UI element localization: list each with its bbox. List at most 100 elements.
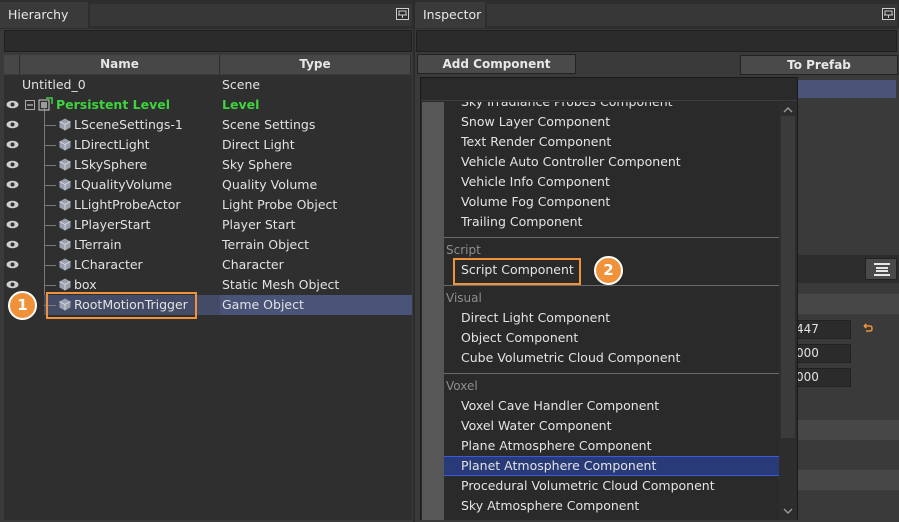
pin-icon[interactable]	[396, 8, 409, 20]
row-type: Game Object	[222, 297, 304, 312]
tree-row-level[interactable]: Persistent Level Level	[4, 95, 412, 115]
eye-icon[interactable]	[6, 200, 19, 209]
hierarchy-titlebar-fill	[90, 4, 412, 26]
highlight-box-selected-object	[46, 292, 197, 319]
level-icon	[38, 97, 53, 111]
object-icon	[59, 158, 71, 171]
component-list: Sky Irradiance Probes Component Snow Lay…	[444, 102, 779, 520]
dropdown-gutter	[422, 102, 444, 520]
tree-row[interactable]: LSkySphere Sky Sphere	[4, 155, 412, 175]
field-value: 000	[796, 346, 819, 360]
eye-icon[interactable]	[6, 140, 19, 149]
row-type: Character	[222, 257, 284, 272]
object-icon	[59, 278, 71, 291]
tree-line	[44, 225, 56, 226]
component-item[interactable]: Sky Irradiance Probes Component	[461, 102, 673, 112]
component-header-strip	[795, 470, 899, 490]
category-separator	[444, 237, 779, 238]
component-item[interactable]: Trailing Component	[461, 212, 582, 232]
category-label-visual: Visual	[446, 291, 482, 305]
tree-row[interactable]: LTerrain Terrain Object	[4, 235, 412, 255]
tree-row[interactable]: LPlayerStart Player Start	[4, 215, 412, 235]
object-icon	[59, 138, 71, 151]
visibility-column-header[interactable]	[4, 55, 20, 74]
tree-row[interactable]: LQualityVolume Quality Volume	[4, 175, 412, 195]
eye-icon[interactable]	[6, 280, 19, 289]
hierarchy-search-input[interactable]	[4, 30, 412, 52]
row-type: Scene Settings	[222, 117, 316, 132]
field-input[interactable]: 447	[795, 320, 851, 339]
component-item[interactable]: Plane Atmosphere Component	[461, 436, 651, 456]
scroll-thumb[interactable]	[781, 116, 795, 438]
row-name: LDirectLight	[74, 137, 150, 152]
hierarchy-titlebar: Hierarchy	[0, 0, 413, 29]
component-item[interactable]: Voxel Water Component	[461, 416, 612, 436]
component-item[interactable]: Text Render Component	[461, 132, 611, 152]
name-column-header[interactable]: Name	[20, 55, 220, 74]
hierarchy-tab[interactable]: Hierarchy	[0, 2, 88, 28]
row-type: Scene	[222, 77, 261, 92]
field-value: 000	[796, 370, 819, 384]
component-item[interactable]: Voxel Cave Handler Component	[461, 396, 659, 416]
add-component-button[interactable]: Add Component	[417, 54, 576, 74]
row-name: LPlayerStart	[74, 217, 151, 232]
tree-row[interactable]: LDirectLight Direct Light	[4, 135, 412, 155]
component-item[interactable]: Snow Layer Component	[461, 112, 610, 132]
component-search-input[interactable]	[421, 78, 797, 101]
row-type: Direct Light	[222, 137, 295, 152]
tree-row[interactable]: LLightProbeActor Light Probe Object	[4, 195, 412, 215]
step-badge-2: 2	[594, 256, 623, 285]
category-label-voxel: Voxel	[446, 379, 478, 393]
field-input[interactable]: 000	[795, 344, 851, 363]
component-item[interactable]: Vehicle Auto Controller Component	[461, 152, 681, 172]
object-icon	[59, 218, 71, 231]
tree-row[interactable]: LSceneSettings-1 Scene Settings	[4, 115, 412, 135]
eye-icon[interactable]	[6, 220, 19, 229]
component-header-strip	[795, 294, 899, 314]
tree-line	[44, 265, 56, 266]
field-input[interactable]: 000	[795, 368, 851, 387]
collapse-icon[interactable]	[25, 100, 35, 110]
object-icon	[59, 198, 71, 211]
object-icon	[59, 238, 71, 251]
eye-icon[interactable]	[6, 180, 19, 189]
eye-icon[interactable]	[6, 100, 19, 109]
eye-icon[interactable]	[6, 120, 19, 129]
scroll-down-icon[interactable]	[783, 507, 793, 515]
component-header-strip	[795, 420, 899, 440]
align-icon	[874, 263, 890, 276]
to-prefab-button[interactable]: To Prefab	[740, 55, 898, 75]
tree-row-scene[interactable]: Untitled_0 Scene	[4, 75, 412, 95]
row-name: LTerrain	[74, 237, 122, 252]
component-item[interactable]: Volume Fog Component	[461, 192, 610, 212]
component-item[interactable]: Sky Atmosphere Component	[461, 496, 639, 516]
row-type: Terrain Object	[222, 237, 309, 252]
component-item[interactable]: Direct Light Component	[461, 308, 610, 328]
component-item[interactable]: Cube Volumetric Cloud Component	[461, 348, 680, 368]
eye-icon[interactable]	[6, 260, 19, 269]
component-item[interactable]: Vehicle Info Component	[461, 172, 610, 192]
tree-row[interactable]: LCharacter Character	[4, 255, 412, 275]
pin-icon[interactable]	[882, 8, 895, 20]
eye-icon[interactable]	[6, 240, 19, 249]
row-name: Untitled_0	[22, 77, 86, 92]
inspector-tab[interactable]: Inspector	[415, 2, 485, 28]
scroll-up-icon[interactable]	[783, 106, 793, 114]
align-button[interactable]	[865, 258, 897, 280]
reset-icon[interactable]	[862, 323, 873, 334]
row-type: Sky Sphere	[222, 157, 293, 172]
row-type: Light Probe Object	[222, 197, 338, 212]
component-item[interactable]: Object Component	[461, 328, 578, 348]
tree-line	[44, 125, 56, 126]
category-separator	[444, 285, 779, 286]
type-column-header[interactable]: Type	[220, 55, 411, 74]
row-type: Static Mesh Object	[222, 277, 340, 292]
eye-icon[interactable]	[6, 160, 19, 169]
object-icon	[59, 118, 71, 131]
component-item-hovered[interactable]: Planet Atmosphere Component	[461, 456, 656, 476]
inspector-search-input[interactable]	[416, 30, 897, 52]
row-type: Level	[222, 97, 260, 112]
dropdown-scrollbar[interactable]	[779, 102, 797, 520]
row-name: LCharacter	[74, 257, 143, 272]
component-item[interactable]: Procedural Volumetric Cloud Component	[461, 476, 715, 496]
